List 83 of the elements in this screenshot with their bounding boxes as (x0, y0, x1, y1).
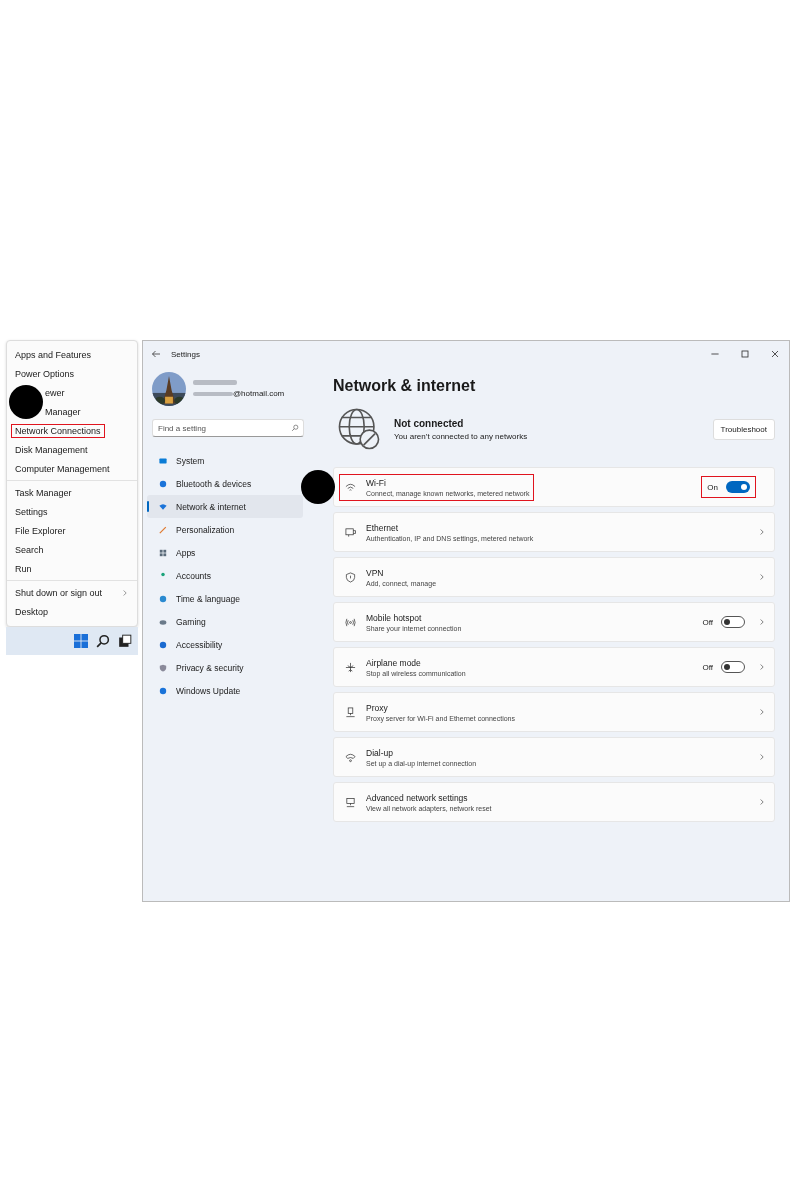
toggle-switch[interactable] (726, 481, 750, 493)
sidebar-item[interactable]: System (147, 449, 303, 472)
menu-item[interactable]: ewer (41, 385, 69, 400)
menu-item[interactable]: Desktop (11, 604, 53, 619)
redacted-name (193, 380, 237, 385)
back-arrow-icon[interactable] (151, 350, 161, 358)
menu-item[interactable]: Search (11, 542, 48, 557)
settings-category-icon (159, 663, 167, 672)
row-icon (345, 526, 356, 538)
sidebar-item[interactable]: Time & language (147, 587, 303, 610)
page-title: Network & internet (333, 377, 477, 395)
troubleshoot-button[interactable]: Troubleshoot (712, 418, 775, 440)
sidebar-item[interactable]: Windows Update (147, 679, 303, 702)
toggle-label: On (707, 482, 718, 492)
account-email: @hotmail.com (233, 389, 285, 398)
row-icon (345, 706, 356, 718)
status-detail: You aren’t connected to any networks (394, 431, 528, 441)
close-icon[interactable] (769, 348, 781, 360)
sidebar-item[interactable]: Bluetooth & devices (147, 472, 303, 495)
row-icon (345, 661, 356, 673)
menu-item[interactable]: Disk Management (11, 442, 92, 457)
search-icon (291, 424, 299, 432)
menu-item[interactable]: Manager (41, 404, 85, 419)
chevron-icon (759, 708, 764, 716)
row-icon (345, 751, 356, 763)
settings-category-icon (159, 479, 167, 488)
sidebar-item[interactable]: Personalization (147, 518, 303, 541)
toggle-label: Off (702, 662, 713, 672)
row-icon (345, 796, 356, 808)
row-title: Dial-up (366, 747, 394, 758)
row-title: Airplane mode (366, 657, 422, 668)
row-icon (345, 481, 356, 493)
callout-marker (301, 470, 335, 504)
sidebar-item[interactable]: Gaming (147, 610, 303, 633)
row-title: Advanced network settings (366, 792, 469, 803)
globe-disconnected-icon (336, 406, 382, 452)
menu-item[interactable]: Power Options (11, 366, 79, 381)
settings-category-icon (159, 456, 167, 465)
row-title: Ethernet (366, 522, 400, 533)
toggle-switch[interactable] (721, 616, 745, 628)
sidebar-item[interactable]: Apps (147, 541, 303, 564)
settings-category-icon (159, 525, 167, 534)
settings-category-icon (159, 617, 167, 626)
chevron-icon (759, 573, 764, 581)
menu-item[interactable]: Apps and Features (11, 347, 96, 362)
row-title: VPN (366, 567, 385, 578)
sidebar-item[interactable]: Accessibility (147, 633, 303, 656)
menu-item[interactable]: Computer Management (11, 461, 114, 476)
redacted-email (193, 391, 233, 396)
window-title: Settings (171, 349, 200, 359)
status-title: Not connected (394, 417, 465, 429)
row-title: Proxy (366, 702, 389, 713)
settings-category-icon (159, 686, 167, 695)
chevron-icon (122, 588, 127, 597)
menu-item[interactable]: Run (11, 561, 36, 576)
row-icon (345, 571, 356, 583)
sidebar-item[interactable]: Accounts (147, 564, 303, 587)
sidebar-item[interactable]: Privacy & security (147, 656, 303, 679)
chevron-icon (759, 753, 764, 761)
search-icon[interactable] (96, 634, 110, 648)
menu-item[interactable]: Shut down or sign out (11, 585, 131, 600)
chevron-icon (759, 528, 764, 536)
chevron-icon (759, 798, 764, 806)
task-view-icon[interactable] (118, 634, 132, 648)
menu-item[interactable]: File Explorer (11, 523, 70, 538)
row-icon (345, 616, 356, 628)
chevron-icon (759, 663, 764, 671)
menu-item[interactable]: Network Connections (11, 423, 105, 438)
sidebar-item[interactable]: Network & internet (147, 495, 303, 518)
row-title: Wi-Fi (366, 477, 387, 488)
search-field[interactable]: Find a setting (152, 419, 304, 437)
toggle-switch[interactable] (721, 661, 745, 673)
settings-category-icon (159, 640, 167, 649)
settings-category-icon (159, 502, 167, 511)
settings-category-icon (159, 548, 167, 557)
chevron-icon (759, 618, 764, 626)
toggle-label: Off (702, 617, 713, 627)
callout-marker (9, 385, 43, 419)
row-title: Mobile hotspot (366, 612, 423, 623)
menu-item[interactable]: Task Manager (11, 485, 76, 500)
settings-category-icon (159, 594, 167, 603)
maximize-icon[interactable] (739, 348, 751, 360)
menu-item[interactable]: Settings (11, 504, 52, 519)
